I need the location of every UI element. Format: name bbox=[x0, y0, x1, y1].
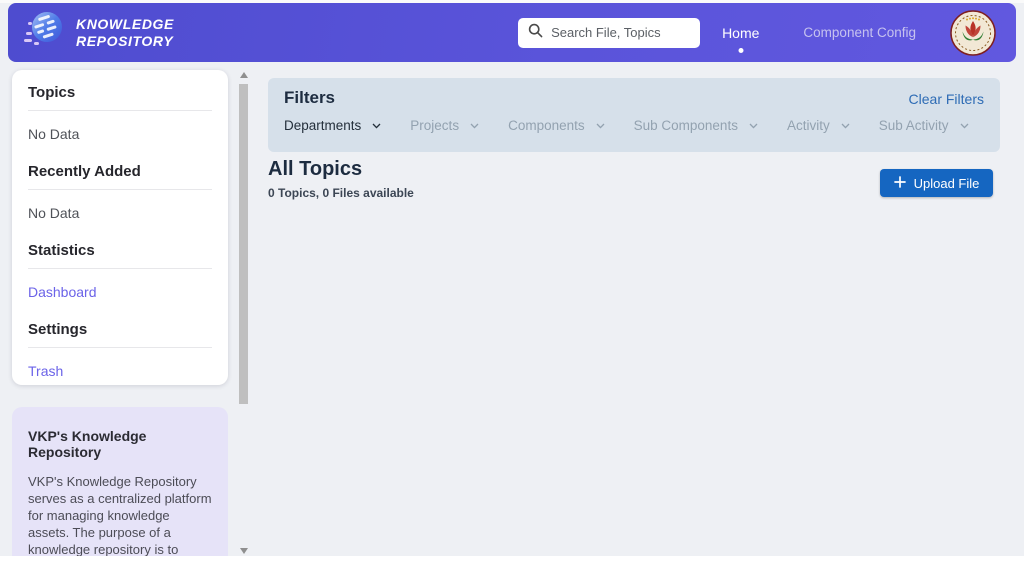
sidebar-heading-recently-added: Recently Added bbox=[28, 163, 212, 190]
sidebar-section-topics: Topics No Data bbox=[28, 84, 212, 163]
dropdown-departments-label: Departments bbox=[284, 118, 361, 133]
chevron-down-icon bbox=[470, 123, 479, 129]
scroll-down-arrow-icon[interactable] bbox=[240, 548, 248, 554]
clear-filters-link[interactable]: Clear Filters bbox=[909, 91, 984, 107]
dropdown-sub-components[interactable]: Sub Components bbox=[634, 118, 758, 133]
home-active-dot bbox=[738, 48, 743, 53]
sidebar-scrollbar[interactable] bbox=[238, 72, 250, 554]
search-box bbox=[518, 18, 700, 48]
scroll-up-arrow-icon[interactable] bbox=[240, 72, 248, 78]
scrollbar-thumb[interactable] bbox=[239, 84, 248, 404]
sidebar-section-statistics: Statistics Dashboard bbox=[28, 242, 212, 321]
sidebar-heading-statistics: Statistics bbox=[28, 242, 212, 269]
bottom-edge bbox=[0, 556, 1024, 564]
top-edge bbox=[0, 0, 1024, 3]
search-input[interactable] bbox=[551, 25, 690, 40]
app-header: KNOWLEDGE REPOSITORY Home Component Conf… bbox=[8, 3, 1016, 62]
dropdown-components-label: Components bbox=[508, 118, 585, 133]
search-icon bbox=[528, 23, 543, 43]
topics-count-summary: 0 Topics, 0 Files available bbox=[268, 186, 414, 200]
info-card-body: VKP's Knowledge Repository serves as a c… bbox=[28, 473, 212, 564]
sidebar-item-dashboard[interactable]: Dashboard bbox=[28, 269, 212, 321]
globe-logo-icon bbox=[22, 8, 66, 57]
org-emblem-avatar[interactable] bbox=[950, 10, 996, 56]
filters-panel: Filters Clear Filters Departments Projec… bbox=[268, 78, 1000, 152]
nav-home[interactable]: Home bbox=[716, 25, 765, 41]
logo-title-line2: REPOSITORY bbox=[76, 33, 174, 50]
upload-file-label: Upload File bbox=[914, 176, 980, 191]
dropdown-projects[interactable]: Projects bbox=[410, 118, 479, 133]
chevron-down-icon bbox=[960, 123, 969, 129]
sidebar-topics-empty: No Data bbox=[28, 111, 212, 163]
sidebar-card: Topics No Data Recently Added No Data St… bbox=[12, 70, 228, 385]
info-card-title: VKP's Knowledge Repository bbox=[28, 428, 212, 460]
logo-title-line1: KNOWLEDGE bbox=[76, 16, 174, 33]
dropdown-sub-activity-label: Sub Activity bbox=[879, 118, 949, 133]
app-logo[interactable]: KNOWLEDGE REPOSITORY bbox=[22, 8, 174, 57]
sidebar-recently-added-empty: No Data bbox=[28, 190, 212, 242]
dropdown-departments[interactable]: Departments bbox=[284, 118, 381, 133]
chevron-down-icon bbox=[596, 123, 605, 129]
filters-title: Filters bbox=[284, 88, 335, 108]
knowledge-repository-app: KNOWLEDGE REPOSITORY Home Component Conf… bbox=[0, 0, 1024, 564]
dropdown-sub-activity[interactable]: Sub Activity bbox=[879, 118, 969, 133]
chevron-down-icon bbox=[841, 123, 850, 129]
sidebar-item-trash[interactable]: Trash bbox=[28, 348, 212, 400]
dropdown-projects-label: Projects bbox=[410, 118, 459, 133]
sidebar-section-recently-added: Recently Added No Data bbox=[28, 163, 212, 242]
chevron-down-icon bbox=[749, 123, 758, 129]
nav-component-config[interactable]: Component Config bbox=[803, 25, 916, 40]
plus-icon bbox=[894, 176, 906, 191]
filters-dropdown-row: Departments Projects Components Sub Comp… bbox=[284, 118, 984, 133]
sidebar-section-settings: Settings Trash bbox=[28, 321, 212, 400]
dropdown-activity[interactable]: Activity bbox=[787, 118, 850, 133]
dropdown-sub-components-label: Sub Components bbox=[634, 118, 738, 133]
logo-title: KNOWLEDGE REPOSITORY bbox=[76, 16, 174, 50]
sidebar-heading-settings: Settings bbox=[28, 321, 212, 348]
page-title: All Topics bbox=[268, 158, 362, 181]
nav-home-label: Home bbox=[722, 25, 759, 41]
upload-file-button[interactable]: Upload File bbox=[880, 169, 993, 197]
dropdown-components[interactable]: Components bbox=[508, 118, 605, 133]
dropdown-activity-label: Activity bbox=[787, 118, 830, 133]
repository-info-card: VKP's Knowledge Repository VKP's Knowled… bbox=[12, 407, 228, 564]
sidebar-heading-topics: Topics bbox=[28, 84, 212, 111]
chevron-down-icon bbox=[372, 123, 381, 129]
